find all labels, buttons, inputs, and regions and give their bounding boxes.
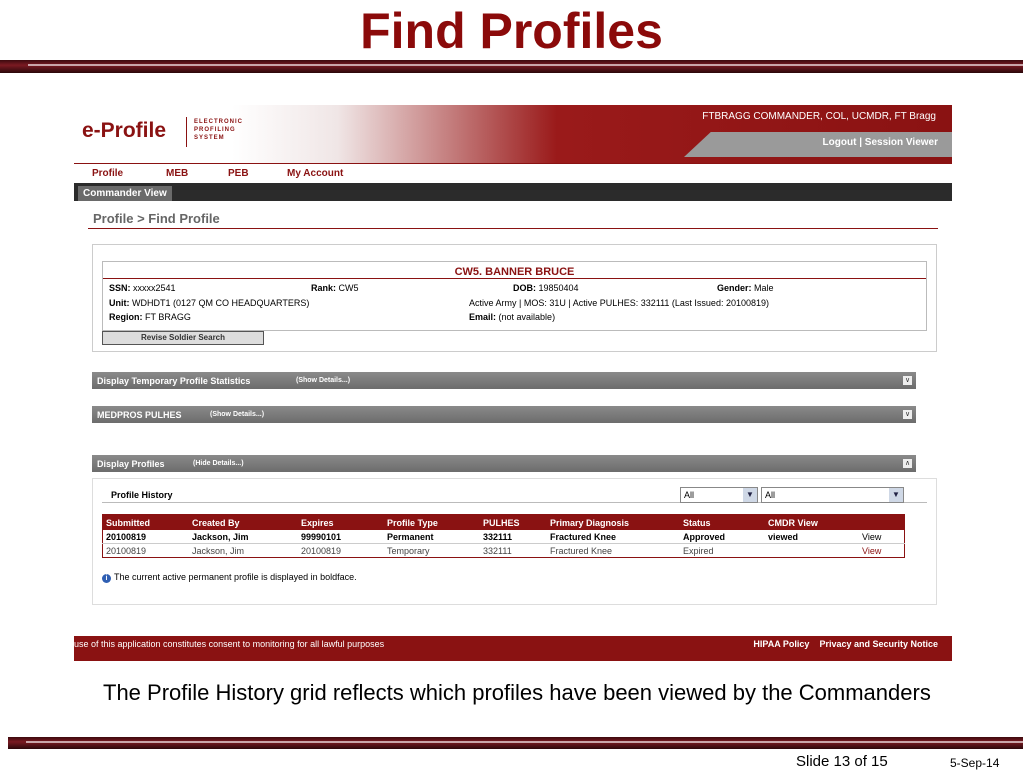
bottom-divider-bar	[8, 737, 1023, 749]
col-status[interactable]: Status	[680, 514, 765, 530]
nav-profile[interactable]: Profile	[92, 168, 123, 179]
grid-header-row: Submitted Created By Expires Profile Typ…	[102, 514, 905, 530]
top-divider-bar	[0, 60, 1023, 73]
info-icon: i	[102, 574, 111, 583]
col-submitted[interactable]: Submitted	[102, 514, 189, 530]
email-field: Email: (not available)	[469, 312, 556, 322]
main-nav: Profile MEB PEB My Account	[74, 163, 952, 182]
display-profiles-section[interactable]: Display Profiles (Hide Details...) ∧	[92, 455, 916, 472]
show-details-link[interactable]: (Show Details...)	[210, 411, 264, 418]
col-profile-type[interactable]: Profile Type	[384, 514, 480, 530]
show-details-link[interactable]: (Show Details...)	[296, 377, 350, 384]
slide-title: Find Profiles	[360, 3, 663, 59]
chevron-down-icon: ▼	[889, 488, 903, 502]
revise-soldier-search-button[interactable]: Revise Soldier Search	[102, 331, 264, 345]
collapse-icon[interactable]: ∧	[903, 459, 912, 468]
table-row: 20100819 Jackson, Jim 99990101 Permanent…	[102, 530, 905, 544]
nav-meb[interactable]: MEB	[166, 168, 188, 179]
gender-field: Gender: Male	[717, 283, 774, 293]
app-footer: use of this application constitutes cons…	[74, 636, 952, 661]
expand-icon[interactable]: ∨	[903, 410, 912, 419]
hipaa-policy-link[interactable]: HIPAA Policy	[753, 639, 809, 649]
profile-history-grid: Submitted Created By Expires Profile Typ…	[102, 514, 905, 558]
logout-link[interactable]: Logout	[823, 137, 857, 148]
eprofile-logo[interactable]: e-Profile	[82, 119, 166, 143]
boldface-note: i The current active permanent profile is…	[102, 572, 357, 583]
chevron-down-icon: ▼	[743, 488, 757, 502]
ssn-field: SSN: xxxxx2541	[109, 283, 176, 293]
slide-date: 5-Sep-14	[950, 756, 1000, 770]
table-row: 20100819 Jackson, Jim 20100819 Temporary…	[103, 544, 905, 558]
hide-details-link[interactable]: (Hide Details...)	[193, 460, 244, 467]
col-action	[859, 514, 905, 530]
unit-field: Unit: WDHDT1 (0127 QM CO HEADQUARTERS)	[109, 298, 310, 308]
current-user: FTBRAGG COMMANDER, COL, UCMDR, FT Bragg	[702, 111, 936, 122]
session-viewer-link[interactable]: Session Viewer	[865, 137, 938, 148]
soldier-info-panel: CW5. BANNER BRUCE SSN: xxxxx2541 Rank: C…	[92, 244, 937, 352]
privacy-notice-link[interactable]: Privacy and Security Notice	[819, 639, 938, 649]
logo-subtitle: ELECTRONIC PROFILING SYSTEM	[194, 119, 243, 141]
view-link[interactable]: View	[859, 544, 905, 558]
app-header: e-Profile ELECTRONIC PROFILING SYSTEM FT…	[74, 105, 952, 163]
status-filter-select[interactable]: All ▼	[680, 487, 758, 503]
col-expires[interactable]: Expires	[298, 514, 384, 530]
col-created-by[interactable]: Created By	[189, 514, 298, 530]
sub-nav: Commander View	[74, 183, 952, 201]
breadcrumb: Profile > Find Profile	[93, 211, 220, 226]
slide-number: Slide 13 of 15	[796, 753, 888, 770]
session-links: Logout | Session Viewer	[822, 137, 938, 148]
col-cmdr-view[interactable]: CMDR View	[765, 514, 859, 530]
tab-commander-view[interactable]: Commander View	[78, 186, 172, 201]
expand-icon[interactable]: ∨	[903, 376, 912, 385]
col-pulhes[interactable]: PULHES	[480, 514, 547, 530]
eprofile-screenshot: e-Profile ELECTRONIC PROFILING SYSTEM FT…	[74, 105, 952, 661]
rank-field: Rank: CW5	[311, 283, 359, 293]
type-filter-select[interactable]: All ▼	[761, 487, 904, 503]
slide-caption: The Profile History grid reflects which …	[103, 680, 931, 705]
soldier-name: CW5. BANNER BRUCE	[454, 266, 575, 278]
view-link[interactable]: View	[859, 530, 905, 544]
region-field: Region: FT BRAGG	[109, 312, 191, 322]
consent-text: use of this application constitutes cons…	[74, 639, 385, 649]
dob-field: DOB: 19850404	[513, 283, 579, 293]
temp-profile-stats-section[interactable]: Display Temporary Profile Statistics (Sh…	[92, 372, 916, 389]
nav-my-account[interactable]: My Account	[287, 168, 343, 179]
col-primary-diagnosis[interactable]: Primary Diagnosis	[547, 514, 680, 530]
status-field: Active Army | MOS: 31U | Active PULHES: …	[469, 298, 769, 308]
profile-history-title: Profile History	[111, 490, 173, 500]
medpros-pulhes-section[interactable]: MEDPROS PULHES (Show Details...) ∨	[92, 406, 916, 423]
nav-peb[interactable]: PEB	[228, 168, 249, 179]
